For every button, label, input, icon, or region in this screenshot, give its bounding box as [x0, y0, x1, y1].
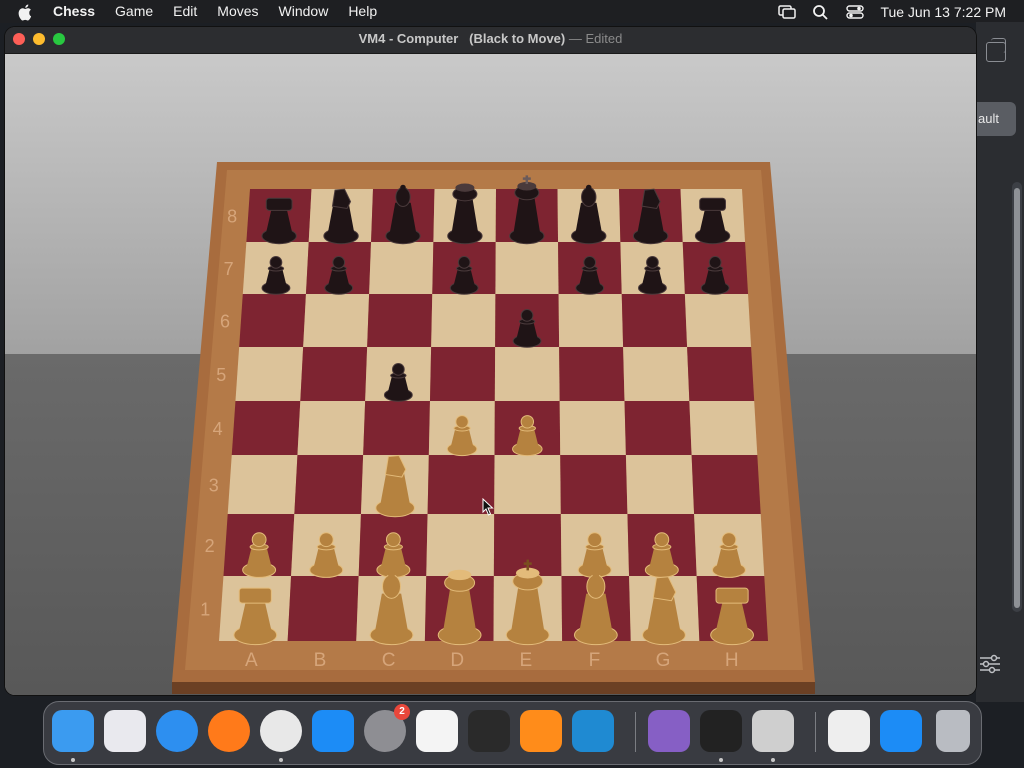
- square-f4[interactable]: [559, 401, 626, 455]
- menu-clock[interactable]: Tue Jun 13 7:22 PM: [880, 4, 1006, 20]
- copy-icon[interactable]: [986, 38, 1006, 62]
- piano-icon[interactable]: [700, 710, 742, 752]
- visual-studio-icon[interactable]: [648, 710, 690, 752]
- rank-label-7: 7: [224, 259, 234, 279]
- square-f3[interactable]: [560, 455, 628, 514]
- square-a4[interactable]: [231, 401, 301, 455]
- spotlight-search-icon[interactable]: [812, 4, 830, 20]
- square-a6[interactable]: [239, 294, 306, 347]
- menu-window[interactable]: Window: [279, 0, 329, 23]
- file-label-a: A: [245, 650, 258, 671]
- square-b3[interactable]: [294, 455, 364, 514]
- running-indicator: [719, 758, 723, 762]
- rank-label-3: 3: [209, 476, 219, 496]
- running-indicator: [279, 758, 283, 762]
- square-h4[interactable]: [689, 401, 758, 455]
- menu-help[interactable]: Help: [348, 0, 377, 23]
- title-bar[interactable]: VM4 - Computer (Black to Move) — Edited: [5, 27, 976, 54]
- screen-mirroring-icon[interactable]: [778, 4, 797, 20]
- file-label-e: E: [519, 650, 532, 671]
- rank-label-4: 4: [213, 419, 223, 439]
- finder-icon[interactable]: [52, 710, 94, 752]
- window-title-edited: Edited: [585, 31, 623, 46]
- rank-label-8: 8: [227, 207, 237, 227]
- notification-badge: 2: [394, 704, 410, 720]
- square-g4[interactable]: [624, 401, 692, 455]
- window-title-status: (Black to Move): [469, 31, 566, 46]
- running-indicator: [771, 758, 775, 762]
- chrome-icon[interactable]: [260, 710, 302, 752]
- menu-moves[interactable]: Moves: [217, 0, 258, 23]
- chess-scene[interactable]: A B C D E F G H 1 2 3 4 5 6 7 8: [5, 54, 976, 695]
- square-a3[interactable]: [227, 455, 298, 514]
- garageband-icon[interactable]: [520, 710, 562, 752]
- window-title-name: VM4 - Computer: [358, 31, 459, 46]
- chess-icon[interactable]: [752, 710, 794, 752]
- apple-icon[interactable]: [17, 3, 35, 21]
- square-a5[interactable]: [235, 347, 304, 401]
- square-e7[interactable]: [495, 242, 559, 294]
- square-g5[interactable]: [623, 347, 690, 401]
- square-g6[interactable]: [621, 294, 688, 347]
- window-title-separator: —: [568, 31, 582, 46]
- square-f5[interactable]: [559, 347, 625, 401]
- file-label-g: G: [656, 650, 671, 671]
- square-b5[interactable]: [300, 347, 368, 401]
- file-label-f: F: [589, 650, 601, 671]
- mouse-cursor-icon: [482, 498, 494, 516]
- chess-board[interactable]: A B C D E F G H 1 2 3 4 5 6 7 8: [5, 54, 976, 695]
- control-center-icon[interactable]: [846, 4, 865, 20]
- square-h6[interactable]: [684, 294, 752, 347]
- square-e5[interactable]: [494, 347, 560, 401]
- board-frame-edge: [172, 682, 815, 694]
- menu-game[interactable]: Game: [115, 0, 153, 23]
- trash-icon[interactable]: [936, 710, 970, 752]
- square-h5[interactable]: [687, 347, 755, 401]
- square-b6[interactable]: [303, 294, 370, 347]
- sliders-icon[interactable]: [978, 654, 1002, 674]
- file-label-c: C: [382, 650, 396, 671]
- square-d5[interactable]: [429, 347, 496, 401]
- rank-label-5: 5: [216, 365, 226, 385]
- dock: 2: [43, 701, 982, 765]
- file-label-d: D: [450, 650, 464, 671]
- launchpad-icon[interactable]: [104, 710, 146, 752]
- menu-edit[interactable]: Edit: [173, 0, 197, 23]
- firefox-icon[interactable]: [208, 710, 250, 752]
- square-d2[interactable]: [426, 514, 495, 576]
- file-label-b: B: [314, 650, 327, 671]
- square-e3[interactable]: [494, 455, 561, 514]
- square-g3[interactable]: [625, 455, 695, 514]
- square-b4[interactable]: [297, 401, 366, 455]
- square-f6[interactable]: [558, 294, 624, 347]
- rank-label-2: 2: [205, 536, 215, 556]
- dock-separator: [815, 712, 816, 752]
- square-d6[interactable]: [431, 294, 496, 347]
- background-window-panel: ault: [976, 22, 1024, 702]
- rank-label-1: 1: [200, 600, 210, 620]
- square-h3[interactable]: [691, 455, 761, 514]
- square-c7[interactable]: [369, 242, 434, 294]
- app-store-downloads-icon[interactable]: [880, 710, 922, 752]
- square-c6[interactable]: [367, 294, 433, 347]
- square-c4[interactable]: [363, 401, 430, 455]
- default-button[interactable]: ault: [976, 102, 1016, 136]
- menu-app-name[interactable]: Chess: [53, 0, 95, 23]
- running-indicator: [71, 758, 75, 762]
- terminal-icon[interactable]: [468, 710, 510, 752]
- chess-window: VM4 - Computer (Black to Move) — Edited …: [5, 27, 976, 695]
- safari-icon[interactable]: [156, 710, 198, 752]
- dock-separator: [635, 712, 636, 752]
- textedit-icon[interactable]: [416, 710, 458, 752]
- chrome-window-icon[interactable]: [828, 710, 870, 752]
- vscode-icon[interactable]: [572, 710, 614, 752]
- board-squares: [219, 189, 768, 641]
- file-label-h: H: [725, 650, 739, 671]
- rank-label-6: 6: [220, 312, 230, 332]
- scrollbar-thumb[interactable]: [1014, 188, 1020, 608]
- app-store-icon[interactable]: [312, 710, 354, 752]
- window-title: VM4 - Computer (Black to Move) — Edited: [5, 27, 976, 51]
- menu-bar: Chess Game Edit Moves Window Help Tue Ju…: [0, 0, 1024, 23]
- square-b1[interactable]: [287, 576, 359, 641]
